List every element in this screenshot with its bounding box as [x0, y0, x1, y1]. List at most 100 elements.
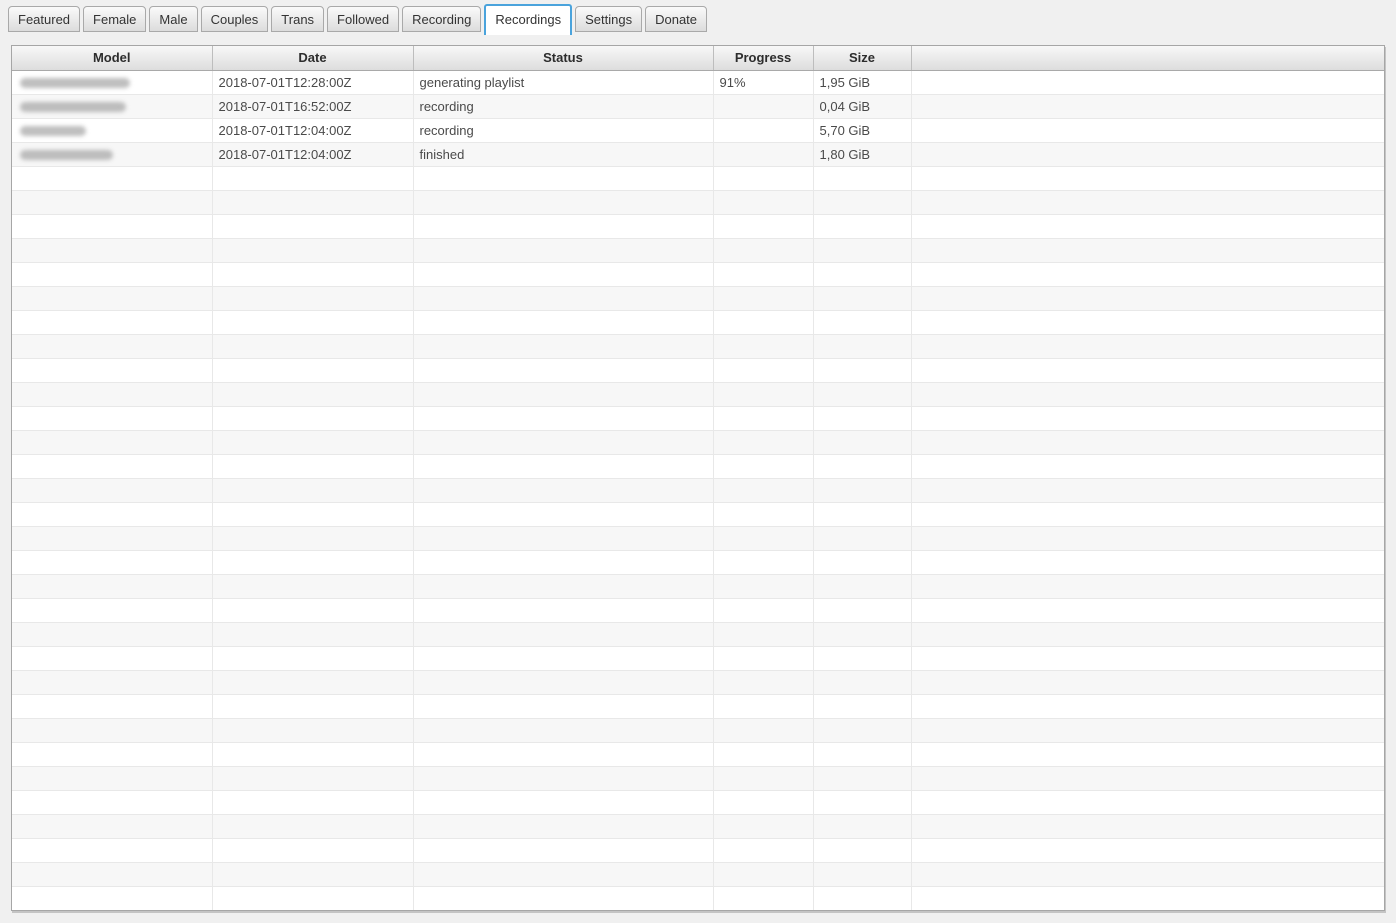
empty-cell — [413, 478, 713, 502]
empty-cell — [713, 838, 813, 862]
empty-cell — [713, 334, 813, 358]
recording-row[interactable]: 2018-07-01T12:04:00Zrecording5,70 GiB — [12, 118, 1384, 142]
empty-cell — [813, 694, 911, 718]
empty-cell — [12, 454, 212, 478]
tab-recordings[interactable]: Recordings — [484, 4, 572, 35]
column-header-progress[interactable]: Progress — [713, 46, 813, 70]
empty-cell — [413, 550, 713, 574]
empty-cell — [212, 742, 413, 766]
empty-row — [12, 238, 1384, 262]
empty-cell — [713, 358, 813, 382]
tab-followed[interactable]: Followed — [327, 6, 399, 32]
redacted-model-name — [20, 78, 130, 88]
empty-cell — [12, 478, 212, 502]
table-header-row: ModelDateStatusProgressSize — [12, 46, 1384, 70]
status-cell: recording — [413, 118, 713, 142]
empty-cell — [911, 286, 1384, 310]
empty-cell — [12, 694, 212, 718]
empty-cell — [413, 718, 713, 742]
empty-cell — [813, 406, 911, 430]
empty-cell — [813, 718, 911, 742]
empty-cell — [212, 502, 413, 526]
empty-cell — [12, 814, 212, 838]
empty-row — [12, 406, 1384, 430]
column-header-status[interactable]: Status — [413, 46, 713, 70]
empty-cell — [212, 238, 413, 262]
empty-cell — [212, 646, 413, 670]
empty-cell — [813, 526, 911, 550]
model-cell — [12, 118, 212, 142]
empty-cell — [413, 286, 713, 310]
empty-cell — [413, 190, 713, 214]
column-header-size[interactable]: Size — [813, 46, 911, 70]
tab-male[interactable]: Male — [149, 6, 197, 32]
empty-cell — [212, 190, 413, 214]
column-header-date[interactable]: Date — [212, 46, 413, 70]
empty-cell — [911, 766, 1384, 790]
empty-cell — [713, 598, 813, 622]
column-header-model[interactable]: Model — [12, 46, 212, 70]
empty-cell — [813, 238, 911, 262]
empty-cell — [713, 262, 813, 286]
tab-trans[interactable]: Trans — [271, 6, 324, 32]
empty-cell — [813, 262, 911, 286]
empty-cell — [813, 838, 911, 862]
empty-cell — [12, 670, 212, 694]
empty-cell — [713, 574, 813, 598]
empty-row — [12, 262, 1384, 286]
empty-cell — [911, 550, 1384, 574]
tab-recording[interactable]: Recording — [402, 6, 481, 32]
tab-donate[interactable]: Donate — [645, 6, 707, 32]
tab-settings[interactable]: Settings — [575, 6, 642, 32]
empty-cell — [212, 766, 413, 790]
empty-cell — [12, 382, 212, 406]
empty-row — [12, 646, 1384, 670]
empty-cell — [212, 526, 413, 550]
size-cell: 0,04 GiB — [813, 94, 911, 118]
recording-row[interactable]: 2018-07-01T12:28:00Zgenerating playlist9… — [12, 70, 1384, 94]
empty-cell — [413, 214, 713, 238]
date-cell: 2018-07-01T16:52:00Z — [212, 94, 413, 118]
empty-cell — [413, 766, 713, 790]
empty-cell — [911, 574, 1384, 598]
empty-cell — [713, 814, 813, 838]
empty-cell — [12, 214, 212, 238]
empty-cell — [813, 766, 911, 790]
date-cell: 2018-07-01T12:04:00Z — [212, 142, 413, 166]
tab-female[interactable]: Female — [83, 6, 146, 32]
empty-cell — [12, 286, 212, 310]
tab-couples[interactable]: Couples — [201, 6, 269, 32]
empty-cell — [813, 814, 911, 838]
empty-cell — [713, 646, 813, 670]
empty-cell — [813, 358, 911, 382]
empty-row — [12, 358, 1384, 382]
empty-row — [12, 670, 1384, 694]
empty-cell — [12, 622, 212, 646]
status-cell: finished — [413, 142, 713, 166]
empty-cell — [12, 502, 212, 526]
empty-cell — [212, 694, 413, 718]
tab-featured[interactable]: Featured — [8, 6, 80, 32]
empty-cell — [813, 478, 911, 502]
empty-cell — [911, 454, 1384, 478]
empty-cell — [413, 334, 713, 358]
empty-cell — [413, 886, 713, 910]
size-cell: 1,80 GiB — [813, 142, 911, 166]
empty-cell — [713, 238, 813, 262]
empty-cell — [12, 790, 212, 814]
empty-cell — [713, 742, 813, 766]
empty-cell — [813, 742, 911, 766]
progress-cell — [713, 94, 813, 118]
empty-cell — [413, 238, 713, 262]
empty-cell — [813, 622, 911, 646]
empty-cell — [212, 670, 413, 694]
empty-row — [12, 502, 1384, 526]
recording-row[interactable]: 2018-07-01T16:52:00Zrecording0,04 GiB — [12, 94, 1384, 118]
empty-cell — [813, 214, 911, 238]
empty-row — [12, 286, 1384, 310]
recording-row[interactable]: 2018-07-01T12:04:00Zfinished 1,80 GiB — [12, 142, 1384, 166]
empty-cell — [413, 646, 713, 670]
empty-cell — [413, 742, 713, 766]
empty-row — [12, 694, 1384, 718]
empty-cell — [911, 742, 1384, 766]
